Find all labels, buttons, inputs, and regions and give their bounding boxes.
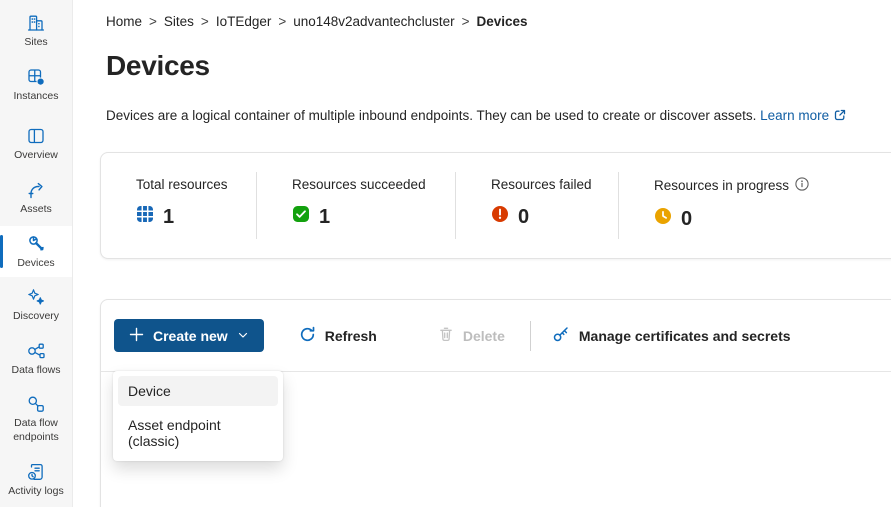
sidebar-item-activity-logs[interactable]: Activity logs [0, 454, 72, 506]
toolbar-divider [530, 321, 531, 351]
delete-label: Delete [463, 328, 505, 344]
stat-value: 1 [163, 206, 174, 229]
sidebar-item-label: Activity logs [8, 485, 63, 499]
refresh-icon [299, 326, 316, 346]
data-flows-icon [26, 341, 46, 361]
breadcrumb-separator: > [201, 14, 209, 29]
sidebar-item-devices[interactable]: Devices [0, 226, 72, 278]
resources-grid-icon [136, 205, 154, 229]
sidebar-item-label: Instances [14, 90, 59, 104]
sidebar-item-instances[interactable]: Instances [0, 59, 72, 111]
breadcrumb-cluster-name[interactable]: uno148v2advantechcluster [293, 14, 454, 29]
sidebar-item-label: Assets [20, 203, 52, 217]
menu-item-asset-endpoint-classic[interactable]: Asset endpoint (classic) [118, 410, 278, 456]
breadcrumb: Home > Sites > IoTEdger > uno148v2advantechclu… [74, 0, 891, 29]
open-in-new-window-icon [833, 110, 847, 125]
page-description: Devices are a logical container of multi… [106, 108, 891, 125]
resource-stats-card: Total resources 1 Resources succeeded 1 … [100, 152, 891, 259]
page-title: Devices [106, 50, 891, 82]
breadcrumb-home[interactable]: Home [106, 14, 142, 29]
activity-logs-icon [26, 462, 46, 482]
create-new-menu: Device Asset endpoint (classic) [113, 371, 283, 461]
buildings-icon [26, 13, 46, 33]
breadcrumb-separator: > [462, 14, 470, 29]
key-icon [552, 325, 570, 346]
menu-item-device[interactable]: Device [118, 376, 278, 406]
trash-icon [438, 326, 454, 345]
stat-resources-failed: Resources failed 0 [456, 172, 618, 239]
stat-total-resources: Total resources 1 [101, 172, 256, 239]
sidebar-item-label: Sites [24, 36, 47, 50]
discovery-sparkle-icon [26, 287, 46, 307]
sidebar-item-data-flows[interactable]: Data flows [0, 333, 72, 385]
breadcrumb-current-page: Devices [477, 14, 528, 29]
sidebar-item-data-flow-endpoints[interactable]: Data flow endpoints [0, 386, 72, 451]
breadcrumb-site-name[interactable]: IoTEdger [216, 14, 272, 29]
chevron-down-icon [237, 328, 249, 344]
stat-label: Resources succeeded [292, 177, 455, 192]
stat-label: Total resources [136, 177, 256, 192]
sidebar-item-overview[interactable]: Overview [0, 118, 72, 170]
refresh-label: Refresh [325, 328, 377, 344]
stat-resources-in-progress: Resources in progress 0 [619, 172, 891, 239]
stat-value: 0 [681, 208, 692, 231]
overview-icon [26, 126, 46, 146]
page-description-text: Devices are a logical container of multi… [106, 108, 756, 123]
stat-label: Resources failed [491, 177, 618, 192]
refresh-button[interactable]: Refresh [299, 326, 377, 346]
stat-label: Resources in progress [654, 178, 789, 193]
sidebar-item-label: Overview [14, 149, 58, 163]
sidebar-item-label: Data flow endpoints [3, 417, 69, 444]
breadcrumb-sites[interactable]: Sites [164, 14, 194, 29]
delete-button[interactable]: Delete [438, 326, 505, 345]
breadcrumb-separator: > [278, 14, 286, 29]
sidebar: Sites Instances Overview [0, 0, 73, 507]
sidebar-item-label: Devices [17, 257, 54, 271]
instances-icon [26, 67, 46, 87]
learn-more-link[interactable]: Learn more [760, 108, 829, 123]
stat-value: 1 [319, 206, 330, 229]
app-root: Sites Instances Overview [0, 0, 891, 507]
create-new-label: Create new [153, 328, 228, 344]
stat-value: 0 [518, 206, 529, 229]
plus-icon [129, 327, 144, 345]
sidebar-item-sites[interactable]: Sites [0, 5, 72, 57]
create-new-button[interactable]: Create new [114, 319, 264, 352]
command-bar: Create new Refresh Delete Manage certifi… [101, 300, 891, 372]
sidebar-item-label: Data flows [11, 364, 60, 378]
info-icon[interactable] [795, 177, 809, 194]
sidebar-item-discovery[interactable]: Discovery [0, 279, 72, 331]
in-progress-clock-icon [654, 207, 672, 231]
assets-icon [26, 180, 46, 200]
breadcrumb-separator: > [149, 14, 157, 29]
failed-exclamation-icon [491, 205, 509, 229]
devices-icon [26, 234, 46, 254]
success-check-icon [292, 205, 310, 229]
sidebar-item-assets[interactable]: Assets [0, 172, 72, 224]
sidebar-item-label: Discovery [13, 310, 59, 324]
manage-certificates-label: Manage certificates and secrets [579, 328, 791, 344]
stat-resources-succeeded: Resources succeeded 1 [257, 172, 455, 239]
manage-certificates-button[interactable]: Manage certificates and secrets [552, 325, 791, 346]
data-flow-endpoints-icon [26, 394, 46, 414]
